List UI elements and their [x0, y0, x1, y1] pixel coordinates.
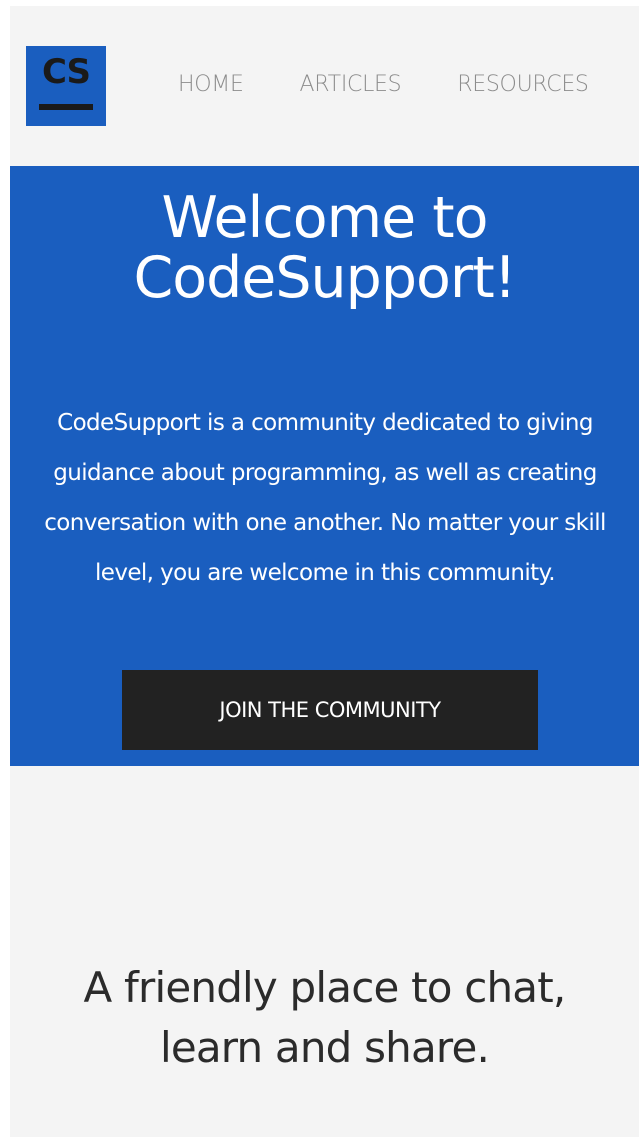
hero-title-line-1: Welcome to	[161, 185, 488, 251]
site-header: CS HOME ARTICLES RESOURCES	[10, 6, 639, 166]
logo-text: CS	[41, 52, 91, 92]
intro-heading-line-2: learn and share.	[159, 1023, 490, 1072]
hero-title-line-2: CodeSupport!	[133, 245, 516, 311]
logo[interactable]: CS	[26, 46, 106, 126]
join-community-button[interactable]: JOIN THE COMMUNITY	[122, 670, 538, 750]
intro-heading-line-1: A friendly place to chat,	[83, 963, 567, 1012]
intro-section: A friendly place to chat, learn and shar…	[10, 766, 639, 1137]
nav-home[interactable]: HOME	[178, 72, 244, 97]
intro-heading: A friendly place to chat, learn and shar…	[10, 958, 639, 1078]
logo-underline	[39, 104, 93, 110]
hero-title: Welcome to CodeSupport!	[10, 188, 639, 308]
hero-section: Welcome to CodeSupport! CodeSupport is a…	[10, 166, 639, 766]
nav-resources[interactable]: RESOURCES	[457, 72, 589, 97]
page: CS HOME ARTICLES RESOURCES Welcome to Code…	[10, 6, 639, 1137]
main-nav: HOME ARTICLES RESOURCES	[178, 72, 639, 97]
nav-articles[interactable]: ARTICLES	[300, 72, 402, 97]
hero-description: CodeSupport is a community dedicated to …	[44, 410, 606, 586]
